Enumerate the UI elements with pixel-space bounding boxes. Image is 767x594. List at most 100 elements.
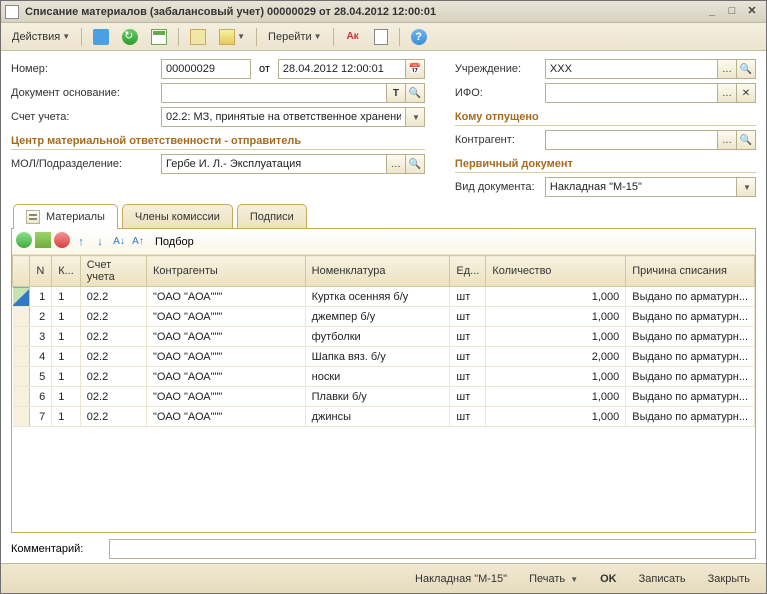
save-icon-button[interactable]	[88, 26, 114, 48]
cell-k[interactable]: 1	[52, 407, 81, 427]
col-nomenclature[interactable]: Номенклатура	[305, 256, 450, 287]
goto-menu[interactable]: Перейти ▼	[263, 26, 327, 48]
cell-unit[interactable]: шт	[450, 387, 486, 407]
cell-k[interactable]: 1	[52, 387, 81, 407]
cell-n[interactable]: 7	[30, 407, 52, 427]
copy-icon-button[interactable]	[185, 26, 211, 48]
text-select-button[interactable]: T	[386, 83, 406, 103]
cell-account[interactable]: 02.2	[80, 287, 146, 307]
cell-reason[interactable]: Выдано по арматурн...	[626, 307, 755, 327]
cell-nomenclature[interactable]: Плавки б/у	[305, 387, 450, 407]
comment-input[interactable]	[109, 539, 756, 559]
ifo-clear-button[interactable]: ✕	[736, 83, 756, 103]
table-row[interactable]: 6102.2"ОАО "АОА"""Плавки б/ушт1,000Выдан…	[13, 387, 755, 407]
table-row[interactable]: 4102.2"ОАО "АОА"""Шапка вяз. б/ушт2,000В…	[13, 347, 755, 367]
cell-contractor[interactable]: "ОАО "АОА"""	[147, 287, 306, 307]
pick-button[interactable]: Подбор	[155, 236, 194, 248]
row-marker[interactable]	[13, 327, 30, 347]
cell-qty[interactable]: 1,000	[486, 287, 626, 307]
tree-icon-button[interactable]: ▼	[214, 26, 250, 48]
cell-reason[interactable]: Выдано по арматурн...	[626, 327, 755, 347]
ok-button[interactable]: OK	[594, 570, 623, 588]
contractor-input[interactable]	[545, 130, 718, 150]
cell-k[interactable]: 1	[52, 327, 81, 347]
cell-qty[interactable]: 1,000	[486, 307, 626, 327]
row-marker[interactable]	[13, 347, 30, 367]
cell-unit[interactable]: шт	[450, 307, 486, 327]
col-qty[interactable]: Количество	[486, 256, 626, 287]
minimize-button[interactable]: _	[702, 4, 722, 20]
maximize-button[interactable]: □	[722, 4, 742, 20]
cell-account[interactable]: 02.2	[80, 407, 146, 427]
table-row[interactable]: 5102.2"ОАО "АОА"""носкишт1,000Выдано по …	[13, 367, 755, 387]
cell-qty[interactable]: 2,000	[486, 347, 626, 367]
cell-k[interactable]: 1	[52, 307, 81, 327]
mol-lookup-button[interactable]: 🔍	[405, 154, 425, 174]
row-marker[interactable]	[13, 387, 30, 407]
cell-contractor[interactable]: "ОАО "АОА"""	[147, 347, 306, 367]
cell-k[interactable]: 1	[52, 287, 81, 307]
print-button[interactable]: Печать ▼	[523, 570, 584, 588]
actions-menu[interactable]: Действия ▼	[7, 26, 75, 48]
cell-contractor[interactable]: "ОАО "АОА"""	[147, 407, 306, 427]
cell-k[interactable]: 1	[52, 347, 81, 367]
cell-qty[interactable]: 1,000	[486, 407, 626, 427]
org-lookup-button[interactable]: 🔍	[736, 59, 756, 79]
tab-commission[interactable]: Члены комиссии	[122, 204, 233, 228]
cell-reason[interactable]: Выдано по арматурн...	[626, 387, 755, 407]
add-row-button[interactable]	[16, 232, 32, 251]
cell-account[interactable]: 02.2	[80, 387, 146, 407]
account-dropdown-button[interactable]: ▼	[405, 107, 425, 127]
close-button[interactable]: ✕	[742, 4, 762, 20]
col-mark[interactable]	[13, 256, 30, 287]
contractor-lookup-button[interactable]: 🔍	[736, 130, 756, 150]
col-reason[interactable]: Причина списания	[626, 256, 755, 287]
cell-qty[interactable]: 1,000	[486, 367, 626, 387]
table-row[interactable]: 1102.2"ОАО "АОА"""Куртка осенняя б/ушт1,…	[13, 287, 755, 307]
date-picker-button[interactable]: 📅	[405, 59, 425, 79]
row-marker[interactable]	[13, 407, 30, 427]
cell-account[interactable]: 02.2	[80, 347, 146, 367]
cell-nomenclature[interactable]: джемпер б/у	[305, 307, 450, 327]
date-input[interactable]	[278, 59, 406, 79]
table-row[interactable]: 7102.2"ОАО "АОА"""джинсышт1,000Выдано по…	[13, 407, 755, 427]
help-icon-button[interactable]: ?	[406, 26, 432, 48]
cell-qty[interactable]: 1,000	[486, 387, 626, 407]
col-contractor[interactable]: Контрагенты	[147, 256, 306, 287]
report-icon-button[interactable]: Ак	[340, 26, 366, 48]
cell-contractor[interactable]: "ОАО "АОА"""	[147, 387, 306, 407]
cell-n[interactable]: 3	[30, 327, 52, 347]
cell-k[interactable]: 1	[52, 367, 81, 387]
cell-nomenclature[interactable]: джинсы	[305, 407, 450, 427]
edit-row-button[interactable]	[35, 232, 51, 251]
cell-account[interactable]: 02.2	[80, 367, 146, 387]
cell-unit[interactable]: шт	[450, 407, 486, 427]
cell-unit[interactable]: шт	[450, 327, 486, 347]
delete-row-button[interactable]	[54, 232, 70, 251]
table-row[interactable]: 3102.2"ОАО "АОА"""футболкишт1,000Выдано …	[13, 327, 755, 347]
doc-icon-button[interactable]	[369, 26, 393, 48]
tab-signatures[interactable]: Подписи	[237, 204, 307, 228]
ifo-more-button[interactable]: …	[717, 83, 737, 103]
cell-n[interactable]: 6	[30, 387, 52, 407]
row-marker[interactable]	[13, 367, 30, 387]
cell-account[interactable]: 02.2	[80, 327, 146, 347]
row-marker[interactable]	[13, 307, 30, 327]
col-k[interactable]: К...	[52, 256, 81, 287]
table-row[interactable]: 2102.2"ОАО "АОА"""джемпер б/ушт1,000Выда…	[13, 307, 755, 327]
cell-n[interactable]: 5	[30, 367, 52, 387]
cell-nomenclature[interactable]: Шапка вяз. б/у	[305, 347, 450, 367]
org-more-button[interactable]: …	[717, 59, 737, 79]
cell-contractor[interactable]: "ОАО "АОА"""	[147, 327, 306, 347]
cell-nomenclature[interactable]: футболки	[305, 327, 450, 347]
org-input[interactable]	[545, 59, 718, 79]
cell-n[interactable]: 2	[30, 307, 52, 327]
save-button[interactable]: Записать	[633, 570, 692, 588]
cell-unit[interactable]: шт	[450, 367, 486, 387]
tab-materials[interactable]: Материалы	[13, 204, 118, 229]
cell-contractor[interactable]: "ОАО "АОА"""	[147, 367, 306, 387]
col-unit[interactable]: Ед...	[450, 256, 486, 287]
cell-qty[interactable]: 1,000	[486, 327, 626, 347]
move-down-button[interactable]: ↓	[92, 234, 108, 250]
mol-input[interactable]	[161, 154, 387, 174]
